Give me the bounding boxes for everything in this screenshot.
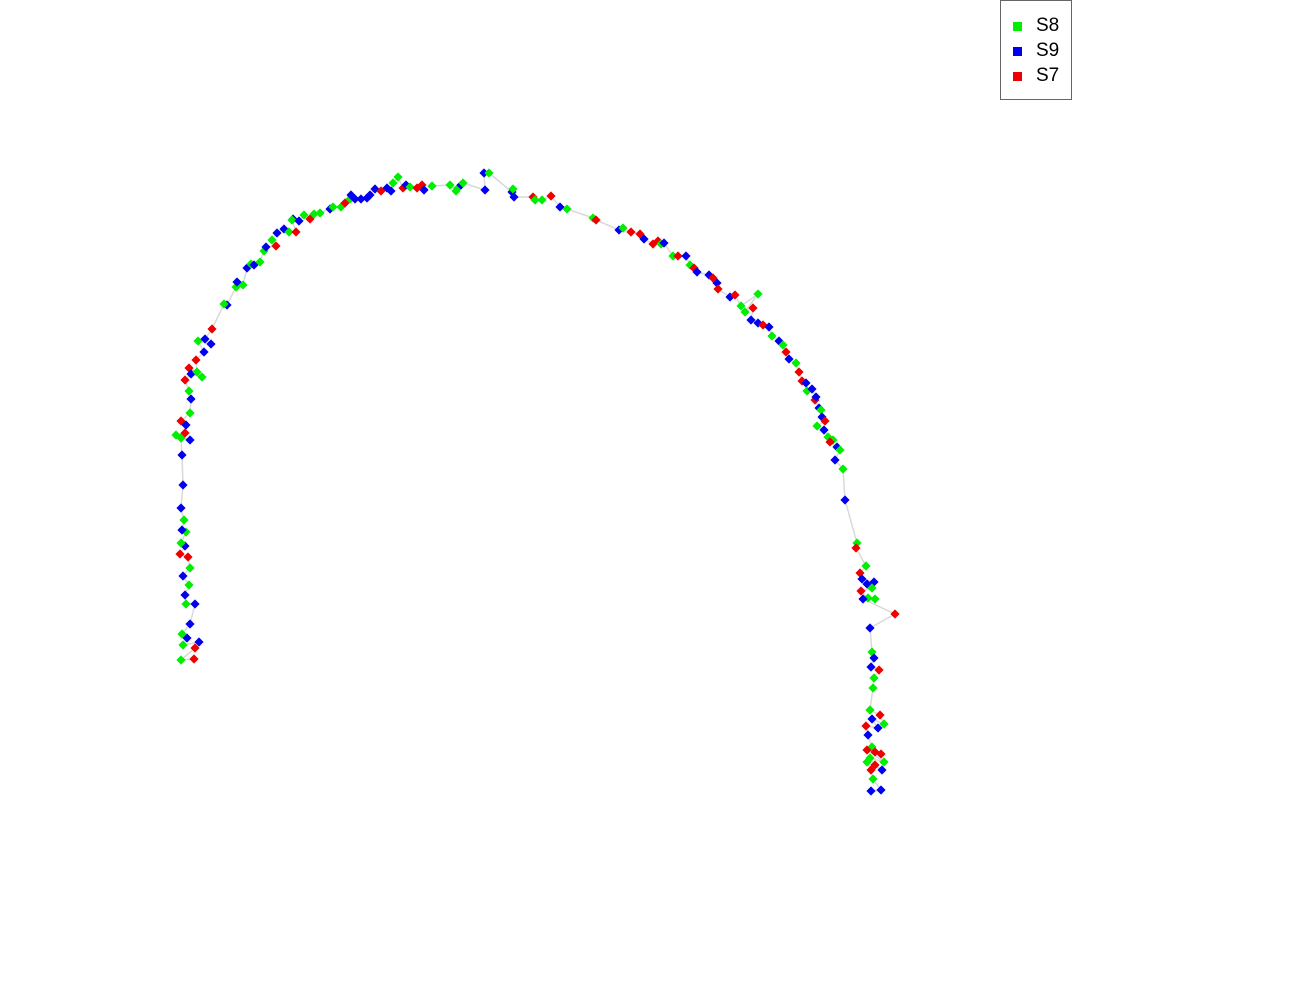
trajectory-edge	[181, 454, 184, 486]
trajectory-edge	[869, 613, 896, 629]
point-s8	[179, 515, 189, 525]
point-s8	[315, 208, 325, 218]
point-s8	[562, 204, 572, 214]
point-s9	[180, 590, 190, 600]
point-s7	[673, 251, 683, 261]
point-s7	[861, 721, 871, 731]
point-s8	[427, 181, 437, 191]
legend-label-s9: S9	[1036, 40, 1060, 61]
point-s7	[189, 654, 199, 664]
legend-swatch-s7	[1013, 71, 1022, 81]
legend-swatch-s9	[1013, 46, 1022, 56]
point-s7	[207, 324, 217, 334]
point-s9	[177, 450, 187, 460]
legend-label-s7: S7	[1036, 65, 1060, 86]
point-s9	[866, 786, 876, 796]
trajectory-edges	[175, 172, 896, 792]
trajectory-edge	[842, 468, 846, 501]
point-s8	[184, 386, 194, 396]
point-s8	[868, 683, 878, 693]
point-s8	[181, 599, 191, 609]
point-s8	[537, 195, 547, 205]
scatter-plot	[171, 168, 900, 796]
legend-label-s8: S8	[1036, 15, 1060, 36]
point-s7	[794, 367, 804, 377]
legend-item-s9: S9	[1013, 40, 1060, 61]
point-s7	[183, 552, 193, 562]
point-s9	[176, 503, 186, 513]
point-s8	[879, 757, 889, 767]
point-s7	[175, 549, 185, 559]
point-s7	[713, 284, 723, 294]
point-s9	[866, 662, 876, 672]
trajectory-edge	[211, 303, 225, 330]
point-s8	[184, 580, 194, 590]
point-s7	[626, 227, 636, 237]
legend-item-s7: S7	[1013, 65, 1060, 86]
point-s9	[190, 599, 200, 609]
legend-swatch-s8	[1013, 21, 1022, 31]
point-s7	[874, 665, 884, 675]
point-s9	[185, 435, 195, 445]
point-s9	[186, 394, 196, 404]
point-s9	[840, 495, 850, 505]
point-s9	[863, 730, 873, 740]
point-s7	[875, 710, 885, 720]
trajectory-edge	[844, 499, 858, 544]
trajectory-edge	[566, 208, 594, 219]
point-s7	[291, 227, 301, 237]
point-s9	[178, 480, 188, 490]
point-s9	[865, 623, 875, 633]
data-points	[171, 168, 900, 796]
point-s8	[865, 705, 875, 715]
point-s8	[870, 594, 880, 604]
point-s8	[869, 673, 879, 683]
point-s9	[867, 714, 877, 724]
legend-item-s8: S8	[1013, 15, 1060, 36]
point-s9	[681, 251, 691, 261]
trajectory-edge	[595, 219, 620, 231]
point-s9	[480, 185, 490, 195]
point-s8	[193, 336, 203, 346]
point-s7	[890, 609, 900, 619]
legend: S8 S9 S7	[1000, 0, 1072, 100]
